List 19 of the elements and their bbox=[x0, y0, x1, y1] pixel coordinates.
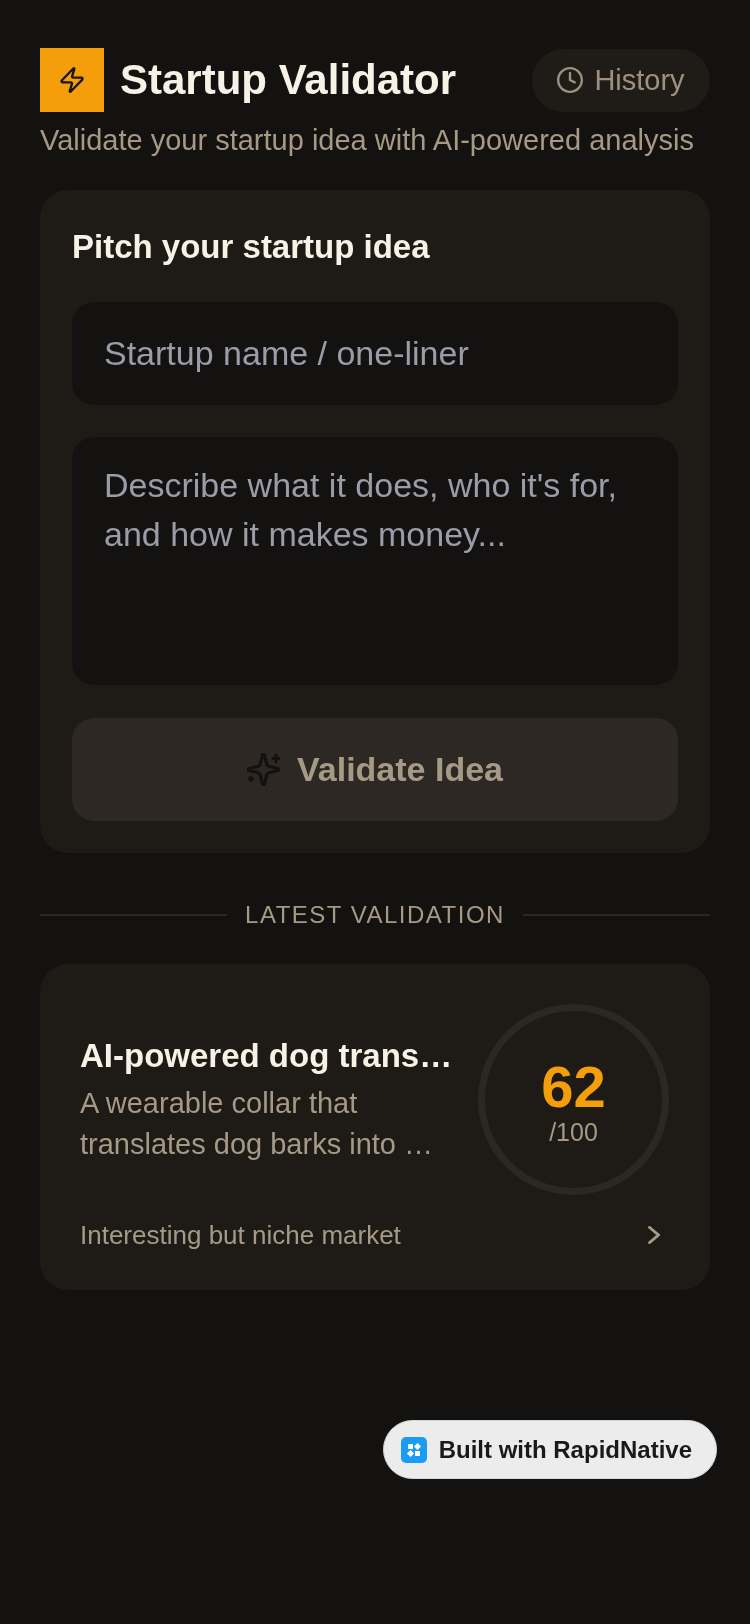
description-field[interactable]: Describe what it does, who it's for, and how it makes money... bbox=[72, 437, 678, 685]
app-subtitle: Validate your startup idea with AI-powered analysis bbox=[40, 123, 695, 158]
startup-name-field[interactable]: Startup name / one-liner bbox=[72, 302, 678, 405]
idea-title: AI-powered dog trans… bbox=[80, 1035, 453, 1076]
clock-icon bbox=[557, 67, 584, 93]
score-value: 62 bbox=[541, 1054, 606, 1119]
verdict-text: Interesting but niche market bbox=[80, 1219, 401, 1251]
lightning-icon bbox=[40, 48, 104, 112]
app-logo-icon bbox=[400, 1436, 427, 1463]
score-max: /100 bbox=[549, 1118, 598, 1145]
app-title: Startup Validator bbox=[120, 55, 457, 105]
sparkle-icon bbox=[247, 753, 280, 786]
chevron-right-icon bbox=[648, 1226, 660, 1244]
pitch-heading: Pitch your startup idea bbox=[72, 227, 431, 267]
attribution-badge[interactable]: Built with RapidNative bbox=[382, 1420, 717, 1479]
validation-card[interactable]: AI-powered dog trans… A wearable collar that translates dog barks into … 62 /100 Interesting but niche market bbox=[40, 964, 710, 1290]
history-button[interactable]: History bbox=[532, 48, 710, 112]
idea-description: A wearable collar that translates dog barks into … bbox=[80, 1085, 434, 1162]
section-label: LATEST VALIDATION bbox=[245, 900, 505, 930]
